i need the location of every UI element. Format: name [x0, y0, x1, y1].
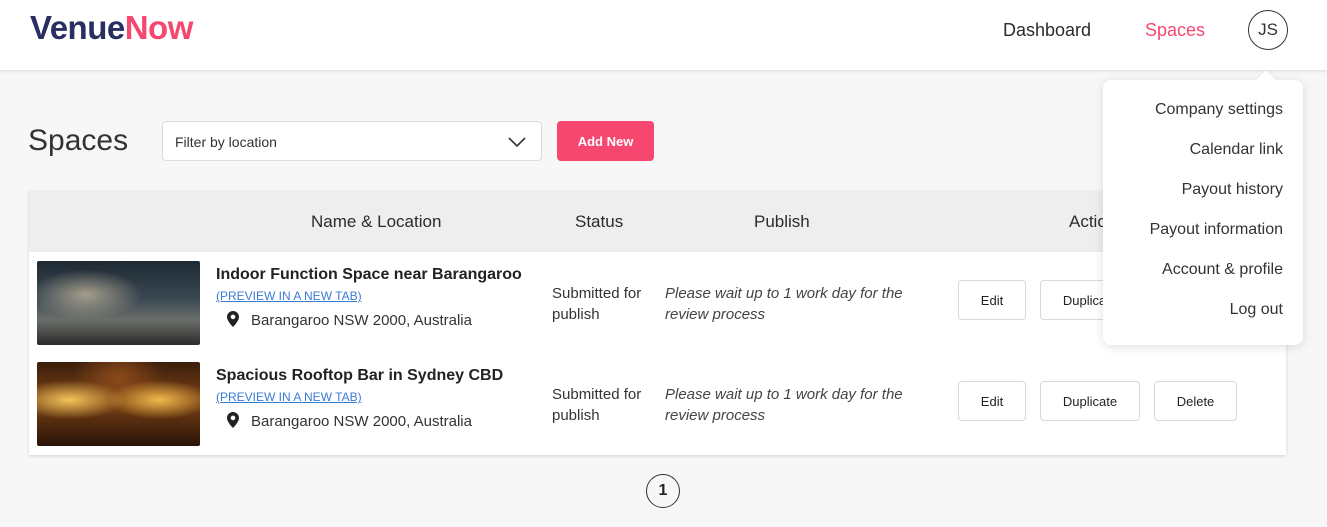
duplicate-button[interactable]: Duplicate — [1040, 381, 1140, 421]
space-location: Barangaroo NSW 2000, Australia — [227, 311, 472, 329]
status-cell: Submitted for publish — [552, 283, 641, 325]
page-title: Spaces — [28, 124, 129, 157]
table-row: Indoor Function Space near Barangaroo (P… — [29, 252, 1286, 352]
menu-item-company-settings[interactable]: Company settings — [1155, 101, 1283, 119]
preview-link[interactable]: (PREVIEW IN A NEW TAB) — [216, 289, 362, 303]
space-location: Barangaroo NSW 2000, Australia — [227, 412, 472, 430]
edit-button[interactable]: Edit — [958, 381, 1026, 421]
publish-line: Please wait up to 1 work day for the — [665, 285, 903, 302]
space-thumbnail[interactable] — [37, 261, 200, 345]
chevron-down-icon — [508, 137, 526, 148]
publish-line: review process — [665, 407, 766, 424]
header-status: Status — [575, 212, 624, 231]
nav-spaces-link[interactable]: Spaces — [1145, 20, 1205, 41]
status-line: publish — [552, 306, 600, 323]
nav-dashboard-link[interactable]: Dashboard — [1003, 20, 1091, 41]
publish-cell: Please wait up to 1 work day for the rev… — [665, 384, 925, 426]
location-text: Barangaroo NSW 2000, Australia — [251, 312, 472, 329]
location-pin-icon — [227, 412, 239, 428]
filter-by-location-select[interactable]: Filter by location — [162, 121, 542, 161]
menu-item-payout-information[interactable]: Payout information — [1150, 221, 1283, 239]
publish-line: review process — [665, 306, 766, 323]
menu-item-account-profile[interactable]: Account & profile — [1162, 261, 1283, 279]
table-row: Spacious Rooftop Bar in Sydney CBD (PREV… — [29, 353, 1286, 453]
header-name-location: Name & Location — [311, 212, 442, 231]
status-line: publish — [552, 407, 600, 424]
spaces-table: Name & Location Status Publish Actio Ind… — [29, 191, 1286, 455]
status-line: Submitted for — [552, 386, 642, 403]
space-name: Spacious Rooftop Bar in Sydney CBD — [216, 367, 504, 384]
space-name: Indoor Function Space near Barangaroo — [216, 266, 522, 283]
header-publish: Publish — [754, 212, 810, 231]
status-line: Submitted for — [552, 285, 642, 302]
pagination-page-button[interactable]: 1 — [646, 474, 680, 508]
preview-link[interactable]: (PREVIEW IN A NEW TAB) — [216, 390, 362, 404]
user-avatar[interactable]: JS — [1248, 10, 1288, 50]
top-navbar: VenueNow Dashboard Spaces JS — [0, 0, 1327, 70]
publish-cell: Please wait up to 1 work day for the rev… — [665, 283, 925, 325]
logo-part-venue: Venue — [30, 9, 125, 46]
logo-part-now: Now — [124, 9, 194, 46]
location-text: Barangaroo NSW 2000, Australia — [251, 413, 472, 430]
venuenow-logo[interactable]: VenueNow — [30, 9, 193, 47]
header-actions: Actio — [1069, 212, 1107, 231]
menu-item-calendar-link[interactable]: Calendar link — [1190, 141, 1283, 159]
space-thumbnail[interactable] — [37, 362, 200, 446]
menu-item-payout-history[interactable]: Payout history — [1182, 181, 1283, 199]
publish-line: Please wait up to 1 work day for the — [665, 386, 903, 403]
add-new-button[interactable]: Add New — [557, 121, 654, 161]
delete-button[interactable]: Delete — [1154, 381, 1237, 421]
user-dropdown-menu: Company settings Calendar link Payout hi… — [1103, 70, 1303, 345]
status-cell: Submitted for publish — [552, 384, 641, 426]
location-pin-icon — [227, 311, 239, 327]
dropdown-caret — [1256, 70, 1276, 90]
menu-item-log-out[interactable]: Log out — [1230, 301, 1283, 319]
edit-button[interactable]: Edit — [958, 280, 1026, 320]
table-header: Name & Location Status Publish Actio — [29, 191, 1286, 252]
filter-placeholder: Filter by location — [175, 134, 277, 150]
